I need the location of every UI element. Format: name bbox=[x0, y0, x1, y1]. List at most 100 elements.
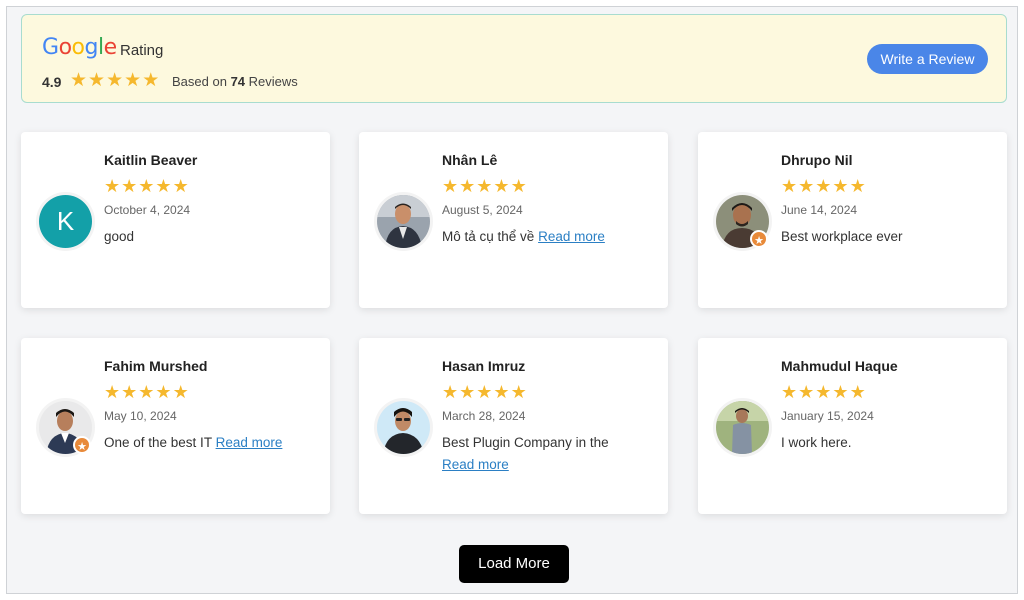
star-icon: ★ bbox=[815, 382, 832, 403]
review-text: Mô tả cụ thể về Read more bbox=[442, 226, 652, 248]
star-icon: ★ bbox=[476, 176, 493, 197]
review-stars: ★ ★ ★ ★ ★ bbox=[104, 176, 190, 198]
google-logo-letter: G bbox=[42, 35, 59, 60]
review-body: Best Plugin Company in the bbox=[442, 435, 609, 450]
review-body: good bbox=[104, 229, 135, 244]
badge-icon: ★ bbox=[73, 436, 91, 454]
avatar bbox=[377, 401, 430, 454]
reviewer-name: Kaitlin Beaver bbox=[104, 152, 198, 168]
summary-stars: ★ ★ ★ ★ ★ bbox=[70, 69, 160, 91]
review-text: Best workplace ever bbox=[781, 226, 991, 248]
star-icon: ★ bbox=[172, 382, 189, 403]
star-icon: ★ bbox=[138, 176, 155, 197]
reviewer-name: Mahmudul Haque bbox=[781, 358, 898, 374]
review-count-text: Based on 74 Reviews bbox=[172, 74, 298, 89]
person-photo-icon bbox=[377, 401, 430, 454]
star-icon: ★ bbox=[459, 176, 476, 197]
rating-label: Rating bbox=[120, 42, 164, 59]
review-text: Best Plugin Company in the Read more bbox=[442, 432, 652, 476]
review-text: One of the best IT Read more bbox=[104, 432, 314, 454]
star-icon: ★ bbox=[493, 176, 510, 197]
star-icon: ★ bbox=[832, 382, 849, 403]
star-icon: ★ bbox=[138, 382, 155, 403]
star-icon: ★ bbox=[781, 176, 798, 197]
review-card: ★ Dhrupo Nil ★ ★ ★ ★ ★ June 14, 2024 Best wo… bbox=[698, 132, 1007, 308]
star-icon: ★ bbox=[104, 382, 121, 403]
reviewer-name: Hasan Imruz bbox=[442, 358, 526, 374]
google-logo-letter: e bbox=[103, 35, 118, 60]
review-text: good bbox=[104, 226, 314, 248]
star-icon: ★ bbox=[510, 176, 527, 197]
review-date: March 28, 2024 bbox=[442, 409, 526, 423]
review-card: Hasan Imruz ★ ★ ★ ★ ★ March 28, 2024 Best Pl… bbox=[359, 338, 668, 514]
star-icon: ★ bbox=[172, 176, 189, 197]
rating-summary-banner: Google Rating 4.9 ★ ★ ★ ★ ★ Based on 74 … bbox=[21, 14, 1007, 103]
review-count: 74 bbox=[230, 74, 246, 89]
star-icon: ★ bbox=[88, 69, 106, 91]
star-icon: ★ bbox=[70, 69, 88, 91]
star-icon: ★ bbox=[781, 382, 798, 403]
reviewer-name: Dhrupo Nil bbox=[781, 152, 853, 168]
star-icon: ★ bbox=[104, 176, 121, 197]
google-logo-letter: g bbox=[84, 35, 99, 60]
star-icon: ★ bbox=[106, 69, 124, 91]
star-icon: ★ bbox=[476, 382, 493, 403]
review-card: Mahmudul Haque ★ ★ ★ ★ ★ January 15, 2024 I … bbox=[698, 338, 1007, 514]
star-icon: ★ bbox=[493, 382, 510, 403]
reviews-widget: Google Rating 4.9 ★ ★ ★ ★ ★ Based on 74 … bbox=[6, 6, 1018, 594]
star-icon: ★ bbox=[459, 382, 476, 403]
star-icon: ★ bbox=[155, 382, 172, 403]
review-date: October 4, 2024 bbox=[104, 203, 191, 217]
person-photo-icon bbox=[716, 401, 769, 454]
reviewer-name: Nhân Lê bbox=[442, 152, 498, 168]
star-icon: ★ bbox=[815, 176, 832, 197]
star-icon: ★ bbox=[798, 382, 815, 403]
star-icon: ★ bbox=[798, 176, 815, 197]
review-card: K Kaitlin Beaver ★ ★ ★ ★ ★ October 4, 2024 g… bbox=[21, 132, 330, 308]
review-stars: ★ ★ ★ ★ ★ bbox=[781, 176, 867, 198]
review-stars: ★ ★ ★ ★ ★ bbox=[442, 382, 528, 404]
avatar: K bbox=[39, 195, 92, 248]
avatar bbox=[716, 401, 769, 454]
review-date: May 10, 2024 bbox=[104, 409, 177, 423]
review-body: One of the best IT bbox=[104, 435, 212, 450]
reviewer-name: Fahim Murshed bbox=[104, 358, 208, 374]
read-more-link[interactable]: Read more bbox=[538, 229, 605, 244]
star-icon: ★ bbox=[155, 176, 172, 197]
review-stars: ★ ★ ★ ★ ★ bbox=[104, 382, 190, 404]
read-more-link[interactable]: Read more bbox=[216, 435, 283, 450]
read-more-link[interactable]: Read more bbox=[442, 457, 509, 472]
review-date: August 5, 2024 bbox=[442, 203, 523, 217]
person-photo-icon bbox=[377, 195, 430, 248]
star-icon: ★ bbox=[832, 176, 849, 197]
google-logo-letter: o bbox=[58, 35, 72, 60]
review-stars: ★ ★ ★ ★ ★ bbox=[442, 176, 528, 198]
star-icon: ★ bbox=[442, 382, 459, 403]
star-icon: ★ bbox=[442, 176, 459, 197]
load-more-button[interactable]: Load More bbox=[459, 545, 569, 583]
star-icon: ★ bbox=[849, 176, 866, 197]
review-card: ★ Fahim Murshed ★ ★ ★ ★ ★ May 10, 2024 One o… bbox=[21, 338, 330, 514]
star-icon: ★ bbox=[121, 176, 138, 197]
write-review-button[interactable]: Write a Review bbox=[867, 44, 988, 74]
review-card: Nhân Lê ★ ★ ★ ★ ★ August 5, 2024 Mô tả cụ th… bbox=[359, 132, 668, 308]
review-date: June 14, 2024 bbox=[781, 203, 858, 217]
review-body: Mô tả cụ thể về bbox=[442, 229, 535, 244]
review-text: I work here. bbox=[781, 432, 991, 454]
average-score: 4.9 bbox=[42, 74, 62, 90]
star-icon: ★ bbox=[849, 382, 866, 403]
star-icon: ★ bbox=[124, 69, 142, 91]
google-logo-letter: o bbox=[71, 35, 85, 60]
google-logo: Google bbox=[42, 35, 117, 61]
review-body: I work here. bbox=[781, 435, 852, 450]
star-icon: ★ bbox=[510, 382, 527, 403]
review-date: January 15, 2024 bbox=[781, 409, 874, 423]
avatar bbox=[377, 195, 430, 248]
star-icon: ★ bbox=[121, 382, 138, 403]
badge-icon: ★ bbox=[750, 230, 768, 248]
star-icon: ★ bbox=[142, 69, 160, 91]
based-on-prefix: Based on bbox=[172, 74, 227, 89]
reviews-word: Reviews bbox=[248, 74, 298, 89]
review-body: Best workplace ever bbox=[781, 229, 903, 244]
review-stars: ★ ★ ★ ★ ★ bbox=[781, 382, 867, 404]
